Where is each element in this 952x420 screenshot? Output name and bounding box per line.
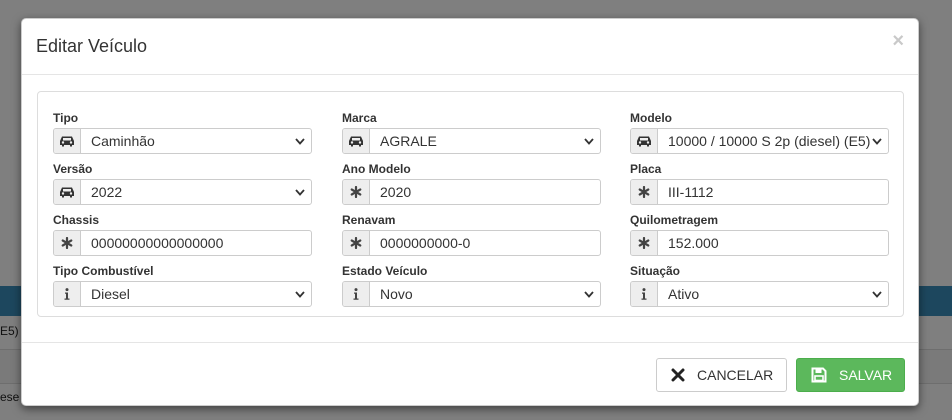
chevron-down-icon	[295, 189, 305, 196]
placa-value: III-1112	[668, 184, 714, 200]
close-button[interactable]: ×	[892, 31, 904, 51]
field-label: Situação	[630, 264, 681, 278]
ano-modelo-input[interactable]: 2020	[342, 179, 601, 205]
car-icon	[343, 129, 370, 153]
floppy-disk-icon	[811, 367, 827, 383]
info-icon	[343, 282, 370, 306]
field-label: Tipo Combustível	[53, 264, 154, 278]
field-renavam: Renavam 0000000000-0	[342, 213, 601, 256]
tipo-combustivel-select[interactable]: Diesel	[53, 281, 312, 307]
chevron-down-icon	[584, 291, 594, 298]
field-label: Tipo	[53, 111, 79, 125]
asterisk-icon	[631, 180, 658, 204]
field-label: Quilometragem	[630, 213, 719, 227]
modal-footer: CANCELAR SALVAR	[22, 342, 918, 406]
vehicle-form-panel: Tipo Caminhão Marca AGRALE Modelo 10000 …	[37, 91, 904, 317]
chevron-down-icon	[295, 291, 305, 298]
info-icon	[54, 282, 81, 306]
asterisk-icon	[631, 231, 658, 255]
marca-select[interactable]: AGRALE	[342, 128, 601, 154]
field-estado-veiculo: Estado Veículo Novo	[342, 264, 601, 307]
field-chassis: Chassis 00000000000000000	[53, 213, 312, 256]
field-label: Modelo	[630, 111, 672, 125]
field-label: Marca	[342, 111, 377, 125]
modelo-value: 10000 / 10000 S 2p (diesel) (E5)	[658, 129, 888, 153]
save-button-label: SALVAR	[839, 367, 893, 383]
chevron-down-icon	[584, 138, 594, 145]
field-label: Placa	[630, 162, 662, 176]
car-icon	[631, 129, 658, 153]
chevron-down-icon	[872, 291, 882, 298]
field-label: Ano Modelo	[342, 162, 411, 176]
field-placa: Placa III-1112	[630, 162, 889, 205]
cancel-button[interactable]: CANCELAR	[656, 358, 787, 392]
field-ano-modelo: Ano Modelo 2020	[342, 162, 601, 205]
estado-veiculo-select[interactable]: Novo	[342, 281, 601, 307]
car-icon	[54, 180, 81, 204]
modal-title: Editar Veículo	[36, 36, 148, 56]
field-modelo: Modelo 10000 / 10000 S 2p (diesel) (E5)	[630, 111, 889, 154]
cancel-button-label: CANCELAR	[697, 367, 774, 383]
chevron-down-icon	[295, 138, 305, 145]
marca-value: AGRALE	[370, 129, 600, 153]
asterisk-icon	[343, 231, 370, 255]
versao-value: 2022	[81, 180, 311, 204]
field-label: Chassis	[53, 213, 100, 227]
renavam-value: 0000000000-0	[380, 235, 471, 251]
asterisk-icon	[54, 231, 81, 255]
asterisk-icon	[343, 180, 370, 204]
situacao-select[interactable]: Ativo	[630, 281, 889, 307]
chassis-value: 00000000000000000	[91, 235, 224, 251]
field-quilometragem: Quilometragem 152.000	[630, 213, 889, 256]
field-tipo: Tipo Caminhão	[53, 111, 312, 154]
tipo-value: Caminhão	[81, 129, 311, 153]
estado-veiculo-value: Novo	[370, 282, 600, 306]
field-situacao: Situação Ativo	[630, 264, 889, 307]
modal-body: Tipo Caminhão Marca AGRALE Modelo 10000 …	[22, 75, 918, 342]
chevron-down-icon	[872, 138, 882, 145]
info-icon	[631, 282, 658, 306]
field-label: Versão	[53, 162, 93, 176]
quilometragem-input[interactable]: 152.000	[630, 230, 889, 256]
field-label: Estado Veículo	[342, 264, 428, 278]
situacao-value: Ativo	[658, 282, 888, 306]
close-icon	[671, 368, 685, 382]
versao-select[interactable]: 2022	[53, 179, 312, 205]
tipo-combustivel-value: Diesel	[81, 282, 311, 306]
field-versao: Versão 2022	[53, 162, 312, 205]
tipo-select[interactable]: Caminhão	[53, 128, 312, 154]
chassis-input[interactable]: 00000000000000000	[53, 230, 312, 256]
renavam-input[interactable]: 0000000000-0	[342, 230, 601, 256]
field-marca: Marca AGRALE	[342, 111, 601, 154]
modal-header: Editar Veículo ×	[22, 19, 918, 75]
save-button[interactable]: SALVAR	[796, 358, 905, 392]
field-tipo-combustivel: Tipo Combustível Diesel	[53, 264, 312, 307]
placa-input[interactable]: III-1112	[630, 179, 889, 205]
car-icon	[54, 129, 81, 153]
ano-modelo-value: 2020	[380, 184, 412, 200]
field-label: Renavam	[342, 213, 396, 227]
edit-vehicle-modal: Editar Veículo × Tipo Caminhão Marca AGR…	[21, 18, 919, 406]
modelo-select[interactable]: 10000 / 10000 S 2p (diesel) (E5)	[630, 128, 889, 154]
quilometragem-value: 152.000	[668, 235, 719, 251]
